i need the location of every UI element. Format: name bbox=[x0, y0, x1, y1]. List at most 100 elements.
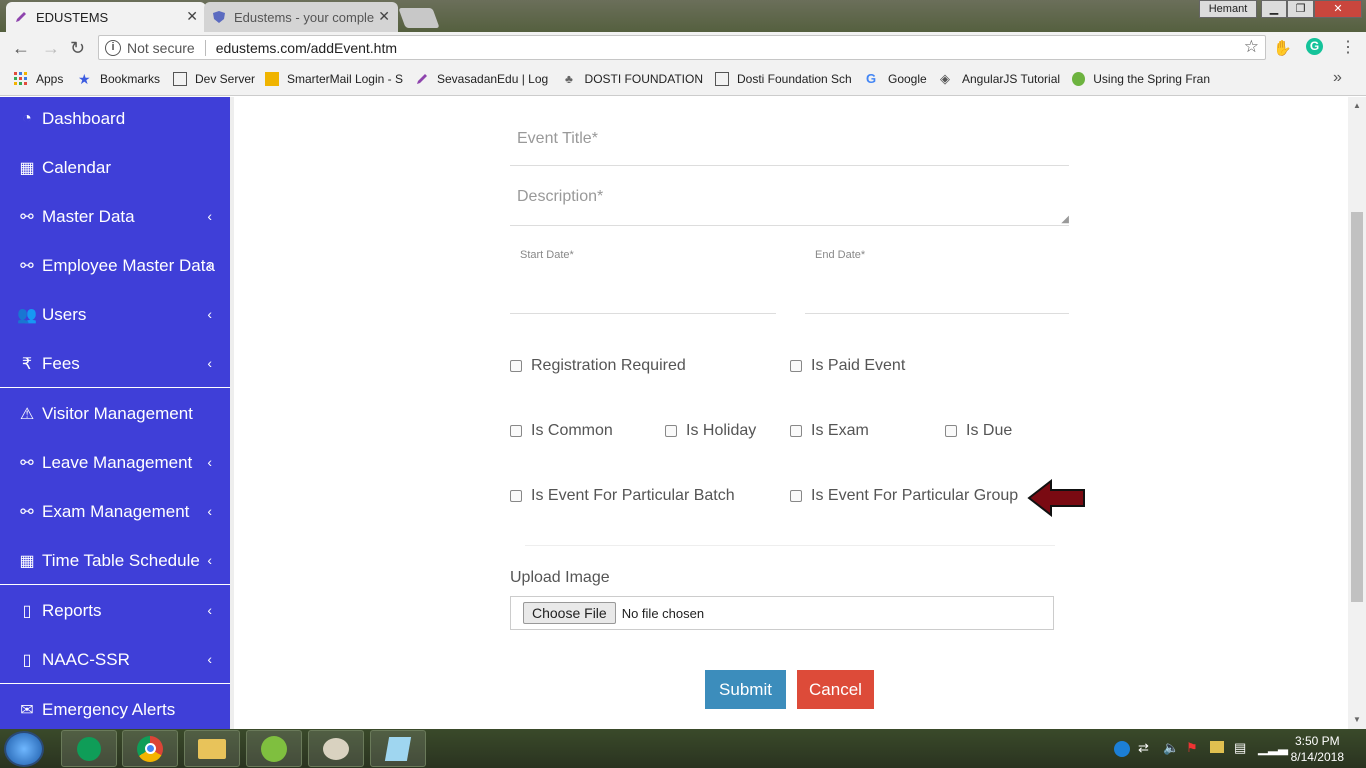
dashboard-icon: ◔ bbox=[22, 109, 32, 127]
explorer-app[interactable] bbox=[184, 730, 240, 767]
sidebar-item-users[interactable]: 👥 Users ‹ bbox=[0, 290, 230, 339]
close-icon[interactable]: ✕ bbox=[186, 8, 198, 25]
pencil-icon bbox=[14, 10, 28, 24]
new-tab-button[interactable] bbox=[398, 8, 440, 28]
network-icon[interactable]: ⇄ bbox=[1138, 740, 1149, 756]
minimize-button[interactable]: ▁ bbox=[1261, 0, 1287, 18]
forward-icon[interactable]: → bbox=[42, 38, 60, 59]
back-icon[interactable]: ← bbox=[12, 38, 30, 59]
notes-app[interactable] bbox=[370, 730, 426, 767]
submit-button[interactable]: Submit bbox=[705, 670, 786, 709]
scrollbar-thumb[interactable] bbox=[1351, 212, 1363, 602]
bookmark-label: Apps bbox=[36, 72, 64, 86]
bookmark-google[interactable]: G Google bbox=[866, 72, 927, 86]
checkbox-box[interactable] bbox=[790, 490, 802, 502]
bookmark-dev-server[interactable]: Dev Server bbox=[173, 72, 255, 86]
bookmark-smartermail[interactable]: SmarterMail Login - S bbox=[265, 72, 403, 86]
sidebar-item-exam-management[interactable]: ⚯ Exam Management ‹ bbox=[0, 487, 230, 536]
checkbox-label: Is Paid Event bbox=[811, 357, 906, 374]
description-textarea[interactable]: Description* ◢ bbox=[510, 188, 1069, 226]
green-app[interactable] bbox=[246, 730, 302, 767]
checkbox-box[interactable] bbox=[510, 360, 522, 372]
info-icon[interactable]: i bbox=[105, 39, 121, 56]
checkbox-box[interactable] bbox=[790, 360, 802, 372]
menu-icon[interactable]: ⋮ bbox=[1340, 37, 1356, 57]
file-status: No file chosen bbox=[621, 605, 705, 621]
bookmark-angularjs[interactable]: ◈ AngularJS Tutorial bbox=[940, 72, 1060, 86]
sidebar-item-master-data[interactable]: ⚯ Master Data ‹ bbox=[0, 192, 230, 241]
bookmark-sevasadan[interactable]: SevasadanEdu | Log I bbox=[415, 72, 551, 86]
sidebar-item-visitor-management[interactable]: ⚠ Visitor Management bbox=[0, 389, 230, 438]
chevron-left-icon: ‹ bbox=[207, 355, 212, 371]
sidebar-item-dashboard[interactable]: ◔ Dashboard bbox=[0, 97, 230, 143]
window-close-button[interactable]: ✕ bbox=[1314, 0, 1362, 18]
star-icon[interactable]: ☆ bbox=[1244, 37, 1259, 57]
sidebar-item-leave-management[interactable]: ⚯ Leave Management ‹ bbox=[0, 438, 230, 487]
is-common-checkbox[interactable]: Is Common bbox=[510, 422, 613, 440]
sidebar-item-reports[interactable]: ▯ Reports ‹ bbox=[0, 586, 230, 635]
maximize-button[interactable]: ❐ bbox=[1287, 0, 1314, 18]
address-bar[interactable]: i Not secure edustems.com/addEvent.htm ☆ bbox=[98, 35, 1266, 60]
cancel-button[interactable]: Cancel bbox=[797, 670, 874, 709]
event-title-input[interactable]: Event Title* bbox=[510, 130, 1069, 166]
start-button[interactable] bbox=[4, 731, 44, 767]
scroll-up-icon[interactable]: ▲ bbox=[1353, 101, 1361, 110]
paint-app[interactable] bbox=[308, 730, 364, 767]
is-exam-checkbox[interactable]: Is Exam bbox=[790, 422, 869, 440]
folder-tray-icon[interactable] bbox=[1210, 741, 1224, 753]
registration-required-checkbox[interactable]: Registration Required bbox=[510, 357, 686, 375]
reload-icon[interactable]: ↻ bbox=[70, 38, 85, 59]
chrome-app[interactable] bbox=[122, 730, 178, 767]
clipboard-icon[interactable]: ▤ bbox=[1234, 740, 1246, 756]
is-event-for-group-checkbox[interactable]: Is Event For Particular Group bbox=[790, 487, 1018, 505]
flag-icon[interactable]: ⚑ bbox=[1186, 740, 1198, 756]
bookmark-label: DOSTI FOUNDATION bbox=[584, 72, 703, 86]
file-input[interactable]: Choose File No file chosen bbox=[510, 596, 1054, 630]
org-icon: ♣ bbox=[565, 72, 573, 86]
bookmark-spring[interactable]: Using the Spring Fran bbox=[1072, 72, 1210, 86]
bookmark-dosti[interactable]: ♣ DOSTI FOUNDATION bbox=[565, 72, 703, 86]
bookmark-dosti-school[interactable]: Dosti Foundation Sch bbox=[715, 72, 853, 86]
profile-button[interactable]: Hemant bbox=[1199, 0, 1257, 18]
is-due-checkbox[interactable]: Is Due bbox=[945, 422, 1012, 440]
user-name: Hemant bbox=[1208, 3, 1248, 15]
checkbox-box[interactable] bbox=[665, 425, 677, 437]
end-date-input[interactable] bbox=[805, 272, 1069, 314]
is-paid-event-checkbox[interactable]: Is Paid Event bbox=[790, 357, 905, 375]
url-text: edustems.com/addEvent.htm bbox=[215, 39, 398, 56]
bookmark-label: Google bbox=[888, 72, 927, 86]
scroll-down-icon[interactable]: ▼ bbox=[1353, 715, 1361, 724]
sidebar-item-employee-master-data[interactable]: ⚯ Employee Master Data ‹ bbox=[0, 241, 230, 290]
is-holiday-checkbox[interactable]: Is Holiday bbox=[665, 422, 756, 440]
bookmark-apps[interactable]: Apps bbox=[14, 72, 63, 86]
sidebar-item-calendar[interactable]: ▦ Calendar bbox=[0, 143, 230, 192]
chevron-left-icon: ‹ bbox=[207, 503, 212, 519]
grammarly-icon[interactable]: G bbox=[1306, 38, 1323, 55]
checkbox-box[interactable] bbox=[790, 425, 802, 437]
vertical-scrollbar[interactable]: ▲ ▼ bbox=[1348, 97, 1366, 729]
sidebar-item-time-table-schedule[interactable]: ▦ Time Table Schedule ‹ bbox=[0, 536, 230, 585]
hangouts-app[interactable] bbox=[61, 730, 117, 767]
close-icon[interactable]: ✕ bbox=[378, 8, 390, 25]
sidebar-item-label: Calendar bbox=[42, 157, 111, 177]
teamviewer-icon[interactable] bbox=[1114, 741, 1130, 757]
speaker-icon[interactable]: 🔈 bbox=[1163, 740, 1179, 756]
tab-edustems-complete[interactable]: Edustems - your complet ✕ bbox=[204, 2, 398, 32]
sidebar-item-fees[interactable]: ₹ Fees ‹ bbox=[0, 339, 230, 388]
choose-file-button[interactable]: Choose File bbox=[523, 602, 616, 624]
bookmarks-overflow-icon[interactable]: » bbox=[1333, 69, 1342, 87]
extension-icon[interactable]: ✋ bbox=[1273, 39, 1292, 57]
tab-edustems[interactable]: EDUSTEMS ✕ bbox=[6, 2, 206, 32]
checkbox-box[interactable] bbox=[510, 425, 522, 437]
sidebar-item-naac-ssr[interactable]: ▯ NAAC-SSR ‹ bbox=[0, 635, 230, 684]
checkbox-box[interactable] bbox=[945, 425, 957, 437]
checkbox-box[interactable] bbox=[510, 490, 522, 502]
sidebar-item-emergency-alerts[interactable]: ✉ Emergency Alerts bbox=[0, 685, 230, 729]
start-date-input[interactable] bbox=[510, 272, 776, 314]
chevron-left-icon: ‹ bbox=[207, 306, 212, 322]
is-event-for-batch-checkbox[interactable]: Is Event For Particular Batch bbox=[510, 487, 735, 505]
clock[interactable]: 3:50 PM 8/14/2018 bbox=[1291, 733, 1344, 765]
resize-handle-icon[interactable]: ◢ bbox=[1061, 214, 1069, 225]
signal-icon[interactable]: ▁▂▃ bbox=[1258, 740, 1288, 756]
bookmark-bookmarks[interactable]: ★ Bookmarks bbox=[78, 72, 160, 86]
